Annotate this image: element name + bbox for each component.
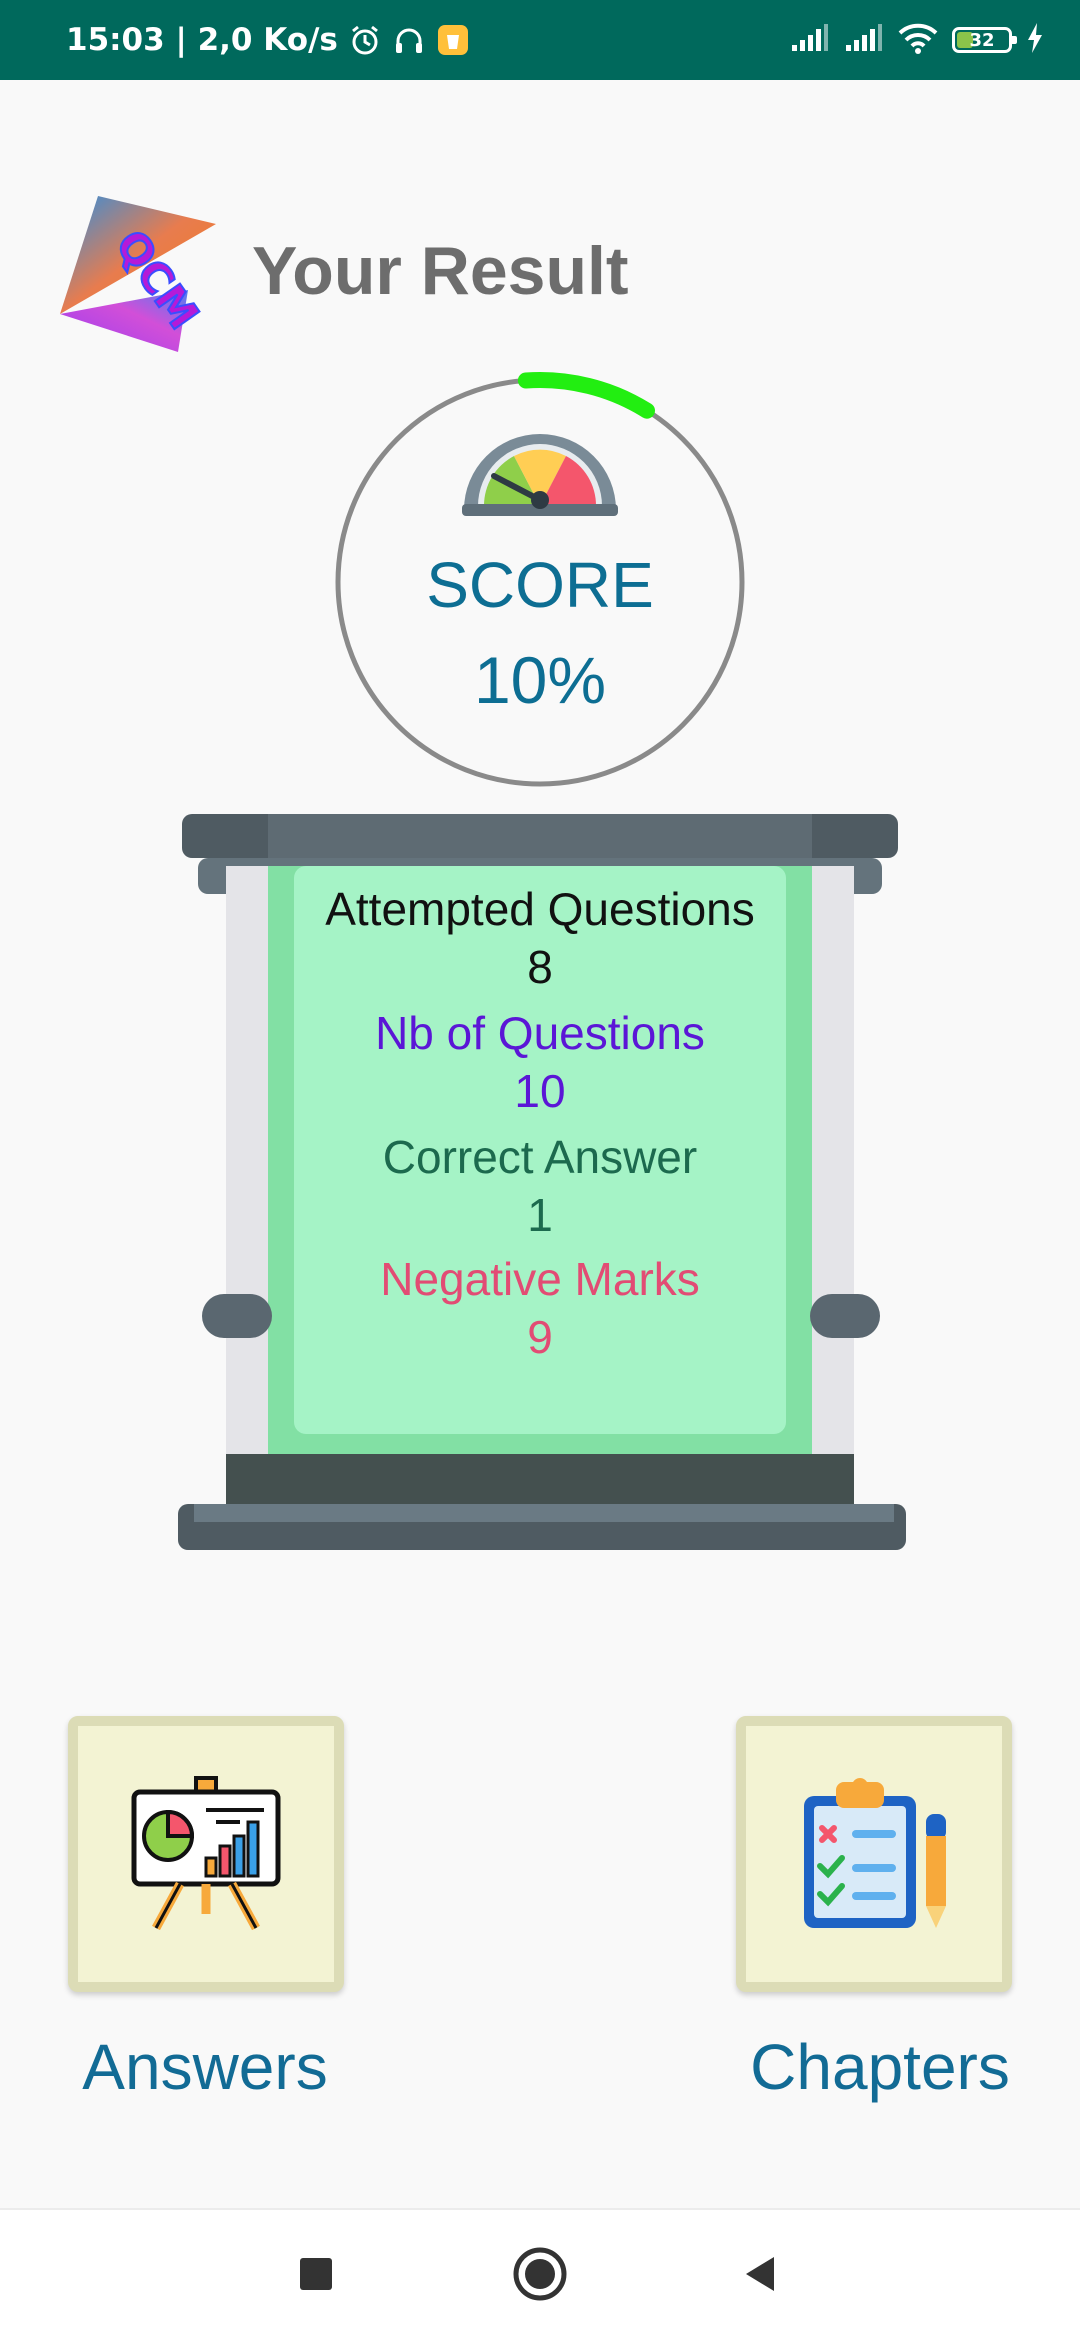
app-logo: QCM (58, 194, 218, 354)
back-triangle-icon (740, 2254, 780, 2299)
wifi-icon (898, 22, 938, 59)
signal-icon-2 (844, 23, 884, 58)
nb-questions-label: Nb of Questions (375, 1007, 705, 1059)
status-bar: 15:03 | 2,0 Ko/s 32 (0, 0, 1080, 80)
presentation-chart-icon (128, 1774, 284, 1935)
home-button[interactable] (508, 2244, 572, 2308)
clipboard-checklist-icon (796, 1774, 952, 1935)
nb-questions-value: 10 (514, 1065, 566, 1117)
negative-label: Negative Marks (380, 1253, 700, 1305)
alarm-icon (348, 23, 382, 57)
attempted-value: 8 (527, 941, 553, 993)
score-label: SCORE (426, 549, 654, 621)
signal-icon (790, 23, 830, 58)
negative-value: 9 (527, 1311, 553, 1363)
score-progress-arc (517, 372, 656, 419)
notification-app-icon (436, 23, 470, 57)
chapters-button[interactable] (736, 1716, 1012, 1992)
circle-home-icon (512, 2246, 568, 2307)
page-title: Your Result (252, 233, 629, 309)
system-nav-bar (0, 2208, 1080, 2342)
back-button[interactable] (728, 2244, 792, 2308)
square-icon (299, 2257, 333, 2296)
stats-panel: Attempted Questions 8 Nb of Questions 10… (270, 880, 810, 1366)
attempted-label: Attempted Questions (325, 883, 755, 935)
charging-icon (1026, 22, 1044, 59)
battery-icon: 32 (952, 27, 1017, 53)
correct-label: Correct Answer (382, 1131, 698, 1183)
battery-level: 32 (969, 29, 995, 51)
answers-button[interactable] (68, 1716, 344, 1992)
chapters-label[interactable]: Chapters (720, 2030, 1040, 2104)
score-value: 10% (473, 643, 607, 717)
recents-button[interactable] (284, 2244, 348, 2308)
headphones-icon (392, 23, 426, 57)
answers-label[interactable]: Answers (40, 2030, 370, 2104)
gauge-icon (458, 418, 622, 518)
correct-value: 1 (527, 1189, 553, 1241)
status-time-speed: 15:03 | 2,0 Ko/s (66, 22, 338, 58)
